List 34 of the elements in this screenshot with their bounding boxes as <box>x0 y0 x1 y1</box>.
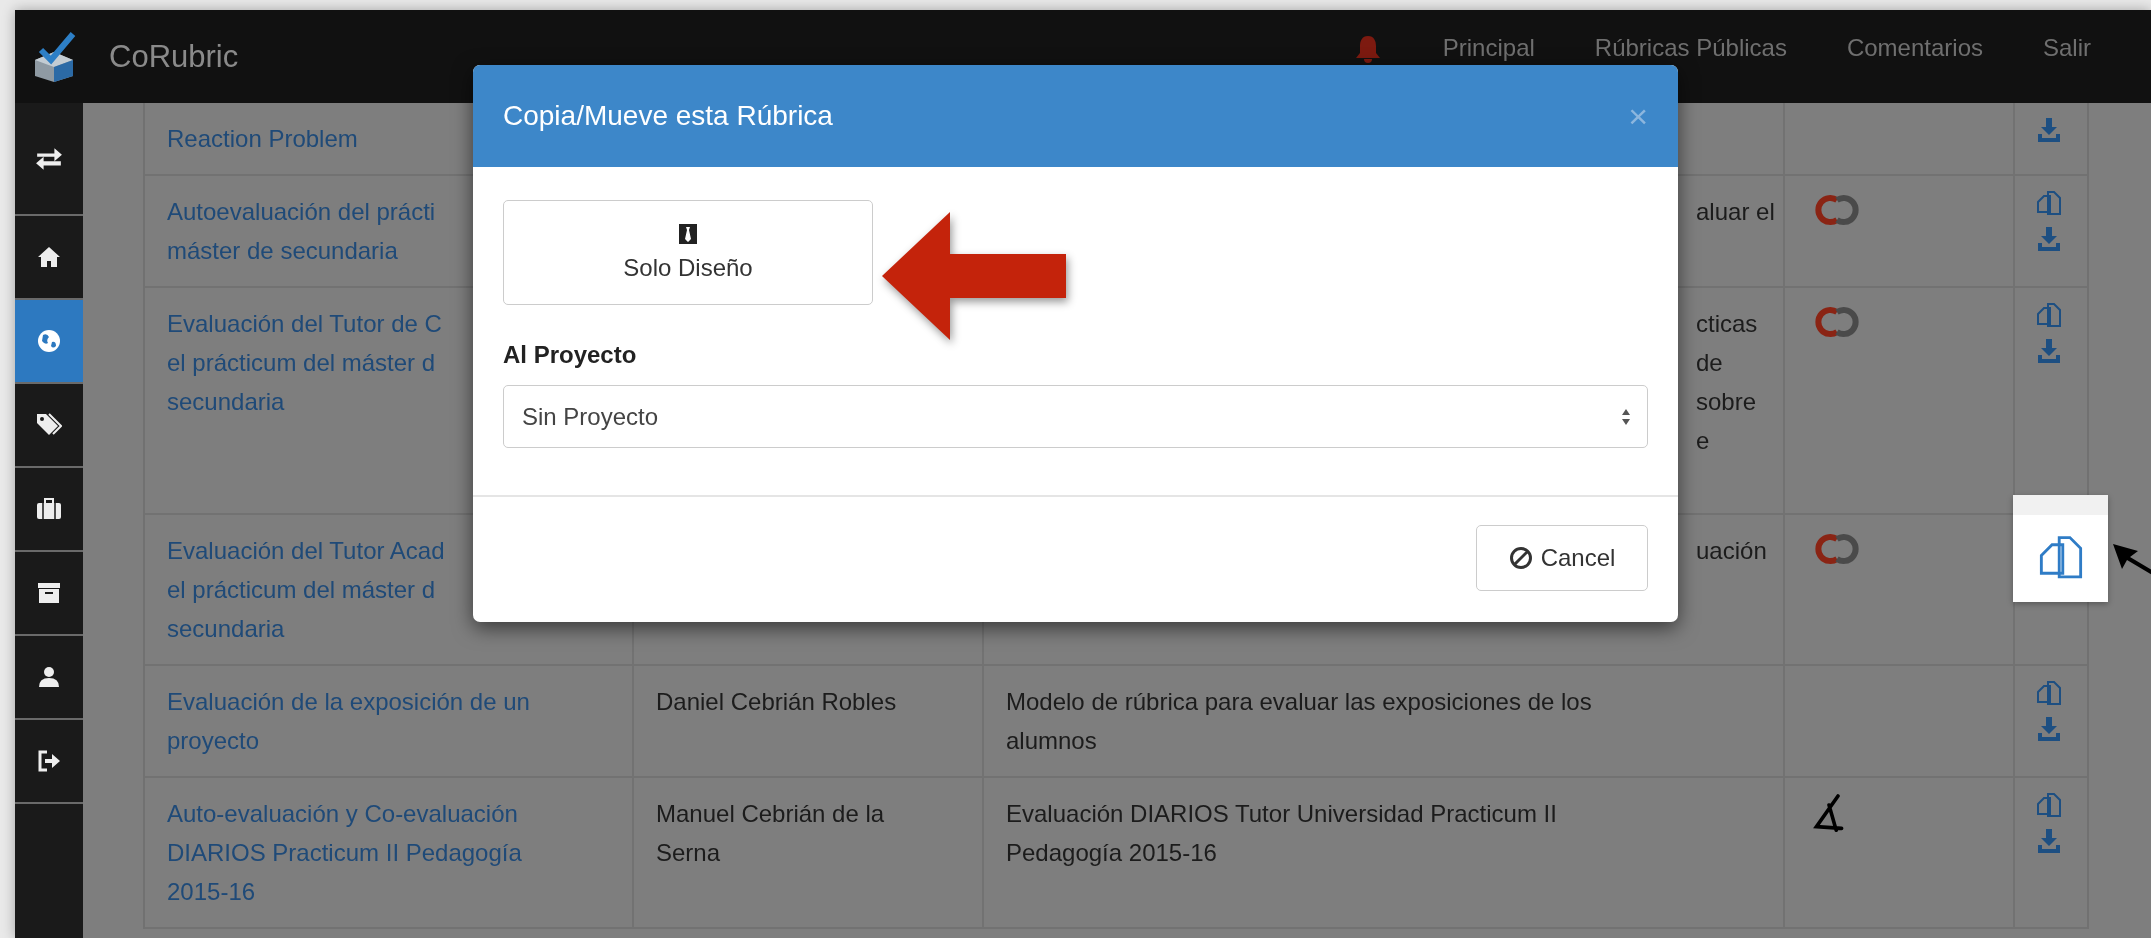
nav-link[interactable]: Salir <box>2043 35 2091 62</box>
project-label: Al Proyecto <box>503 341 637 369</box>
project-select[interactable]: Sin Proyecto <box>503 385 1648 448</box>
design-only-button[interactable]: Solo Diseño <box>503 200 873 305</box>
description-text: Evaluación DIARIOS Tutor Universidad Practicum II Pedagogía 2015-16 <box>1006 799 1557 868</box>
home-icon <box>37 246 61 268</box>
tie-icon <box>679 223 697 244</box>
sign-out-icon <box>37 750 61 772</box>
brand-name[interactable]: CoRubric <box>109 38 239 75</box>
nav-link[interactable]: Comentarios <box>1846 35 1983 62</box>
rubric-title-link[interactable]: Evaluación del Tutor de C el prácticum del máster d secundaria <box>167 304 442 421</box>
archive-box-icon <box>37 582 61 604</box>
tags-icon <box>36 413 62 437</box>
rubric-title-link[interactable]: Auto-evaluación y Co-evaluación DIARIOS Practicum II Pedagogía 2015-16 <box>167 794 522 911</box>
description-text: uación <box>1696 536 1767 566</box>
globe-icon <box>37 329 61 353</box>
author-text: Daniel Cebrián Robles <box>656 687 897 717</box>
up-down-caret-icon <box>1621 407 1631 426</box>
description-text: Modelo de rúbrica para evaluar las exposiciones de los alumnos <box>1006 687 1592 756</box>
nav-link[interactable]: Principal <box>1442 35 1535 62</box>
rubric-title-link[interactable]: Evaluación del Tutor Acad el prácticum del máster d secundaria <box>167 531 445 648</box>
nav-link[interactable]: Rúbricas Públicas <box>1594 35 1787 62</box>
swap-arrows-icon <box>35 146 63 171</box>
dialog-title: Copia/Mueve esta Rúbrica <box>503 100 834 132</box>
author-text: Manuel Cebrián de la Serna <box>656 799 885 868</box>
user-icon <box>38 666 60 688</box>
rubric-title-link[interactable]: Autoevaluación del prácti máster de secundaria <box>167 192 436 270</box>
rubric-title-link[interactable]: Reaction Problem <box>167 119 358 158</box>
briefcase-icon <box>36 498 62 520</box>
ban-icon <box>1508 546 1533 570</box>
rubric-title-link[interactable]: Evaluación de la exposición de un proyecto <box>167 682 530 760</box>
cancel-button[interactable]: Cancel <box>1476 525 1648 591</box>
description-text: cticas de sobre e <box>1696 309 1758 456</box>
description-text: aluar el <box>1696 197 1775 227</box>
